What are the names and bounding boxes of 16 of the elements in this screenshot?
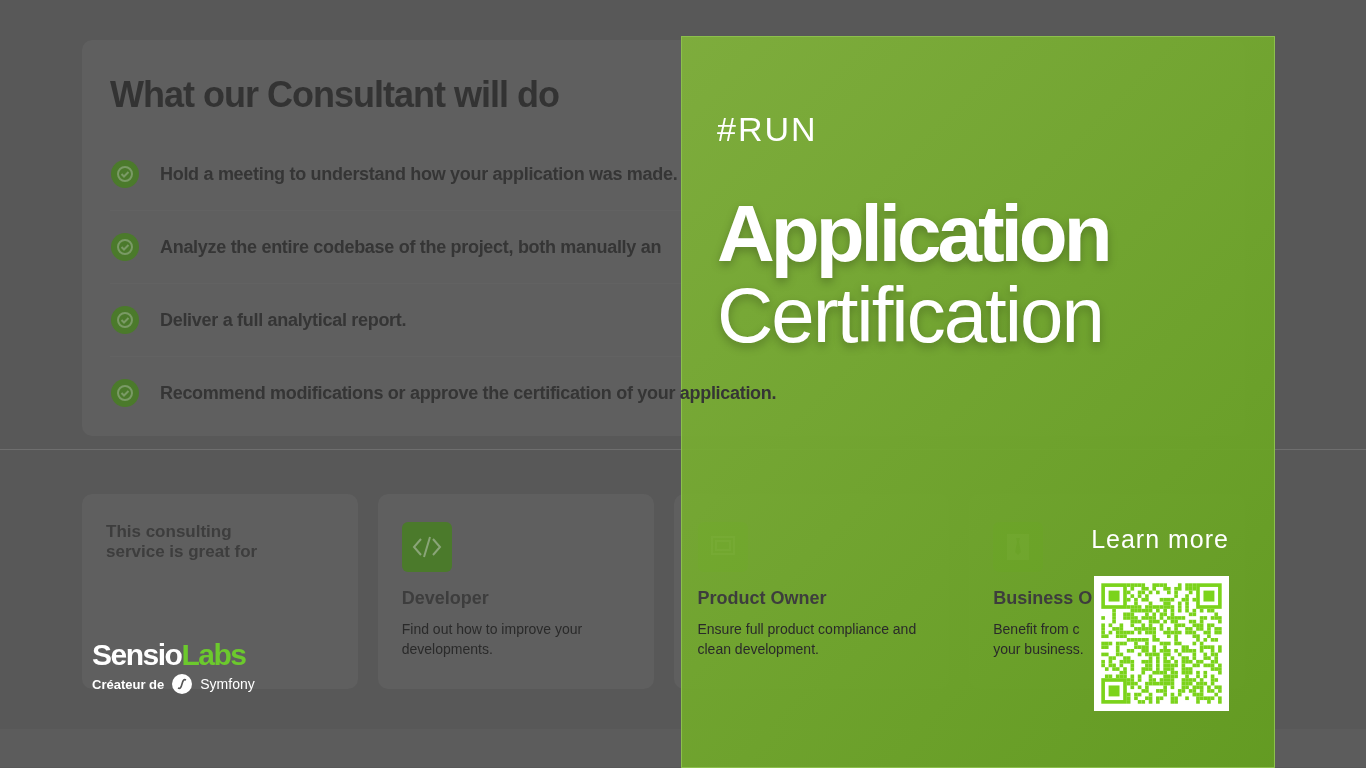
card-description: Benefit from c (993, 620, 1081, 639)
product-name: Symfony (200, 676, 255, 692)
card-title: Product Owner (697, 588, 828, 609)
logo-wordmark: SensioLabs (92, 638, 247, 672)
code-icon (401, 522, 452, 572)
hashtag: #RUN (717, 109, 819, 149)
check-circle-icon (110, 159, 140, 189)
card-description: Ensure full product compliance and (697, 620, 918, 639)
card-description: your business. (993, 640, 1085, 659)
card-title: Business O (993, 588, 1094, 609)
check-circle-icon (110, 232, 140, 262)
check-circle-icon (110, 378, 140, 408)
learn-more-link[interactable]: Learn more (1091, 525, 1229, 554)
card-description: clean development. (697, 640, 820, 659)
tagline: Créateur de (92, 676, 165, 692)
check-circle-icon (110, 305, 140, 335)
